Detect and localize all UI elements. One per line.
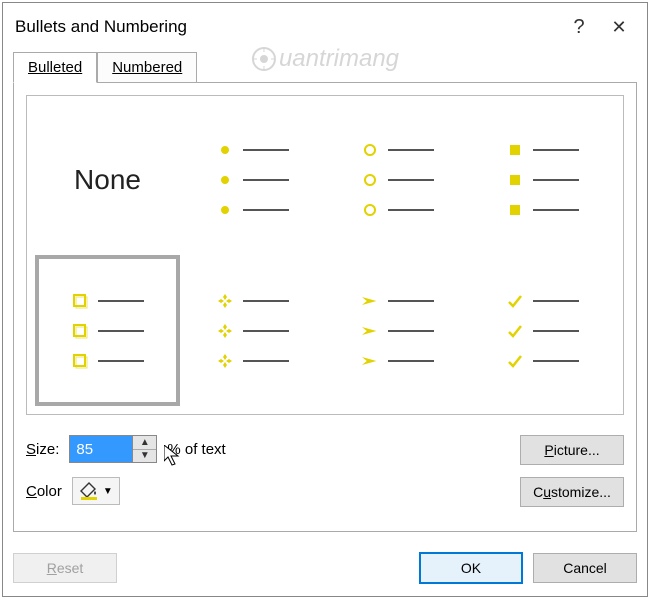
- cancel-button[interactable]: Cancel: [533, 553, 637, 583]
- arrow-icon: [362, 293, 378, 309]
- bullet-option-filled-square[interactable]: [470, 104, 615, 255]
- size-spin-up[interactable]: ▲: [133, 436, 156, 450]
- checkmark-icon: [507, 293, 523, 309]
- titlebar: Bullets and Numbering ? ✕: [3, 3, 647, 51]
- hollow-square-icon: [72, 293, 88, 309]
- tab-bulleted[interactable]: Bulleted: [13, 52, 97, 83]
- size-input[interactable]: [70, 436, 132, 462]
- left-controls: Size: ▲ ▼ % of text Color: [26, 435, 520, 519]
- bullets-numbering-dialog: uantrimang Bullets and Numbering ? ✕ Bul…: [2, 2, 648, 597]
- color-picker-button[interactable]: ▼: [72, 477, 120, 505]
- four-diamonds-icon: [217, 293, 233, 309]
- tab-bulleted-label: Bulleted: [28, 59, 82, 76]
- close-button[interactable]: ✕: [599, 11, 639, 43]
- bullet-option-none[interactable]: None: [35, 104, 180, 255]
- size-spin-down[interactable]: ▼: [133, 450, 156, 463]
- dialog-footer: Reset OK Cancel: [3, 542, 647, 596]
- bullet-option-hollow-square[interactable]: [35, 255, 180, 406]
- bullet-option-four-diamonds[interactable]: [180, 255, 325, 406]
- bullet-option-hollow-circle[interactable]: [325, 104, 470, 255]
- controls-row: Size: ▲ ▼ % of text Color: [26, 435, 624, 519]
- size-label: Size:: [26, 441, 59, 458]
- bullet-option-arrow[interactable]: [325, 255, 470, 406]
- none-label: None: [74, 164, 141, 196]
- bullet-option-checkmark[interactable]: [470, 255, 615, 406]
- dot-icon: [217, 142, 233, 158]
- tab-numbered-label: Numbered: [112, 59, 182, 76]
- color-control: Color ▼: [26, 477, 520, 505]
- color-label: Color: [26, 483, 62, 500]
- ring-icon: [362, 142, 378, 158]
- paint-bucket-icon: [79, 481, 99, 501]
- right-buttons: Picture... Customize...: [520, 435, 624, 507]
- tab-content: None: [13, 82, 637, 532]
- square-icon: [507, 142, 523, 158]
- size-spinner[interactable]: ▲ ▼: [69, 435, 157, 463]
- tab-numbered[interactable]: Numbered: [97, 52, 197, 83]
- bullet-options-grid: None: [26, 95, 624, 415]
- size-control: Size: ▲ ▼ % of text: [26, 435, 520, 463]
- customize-button[interactable]: Customize...: [520, 477, 624, 507]
- help-button[interactable]: ?: [559, 11, 599, 43]
- dialog-title: Bullets and Numbering: [15, 17, 559, 37]
- picture-button[interactable]: Picture...: [520, 435, 624, 465]
- reset-button: Reset: [13, 553, 117, 583]
- dropdown-arrow-icon: ▼: [103, 486, 113, 497]
- tab-strip: Bulleted Numbered: [3, 51, 647, 82]
- percent-of-text-label: % of text: [167, 441, 225, 458]
- ok-button[interactable]: OK: [419, 552, 523, 584]
- bullet-option-filled-dot[interactable]: [180, 104, 325, 255]
